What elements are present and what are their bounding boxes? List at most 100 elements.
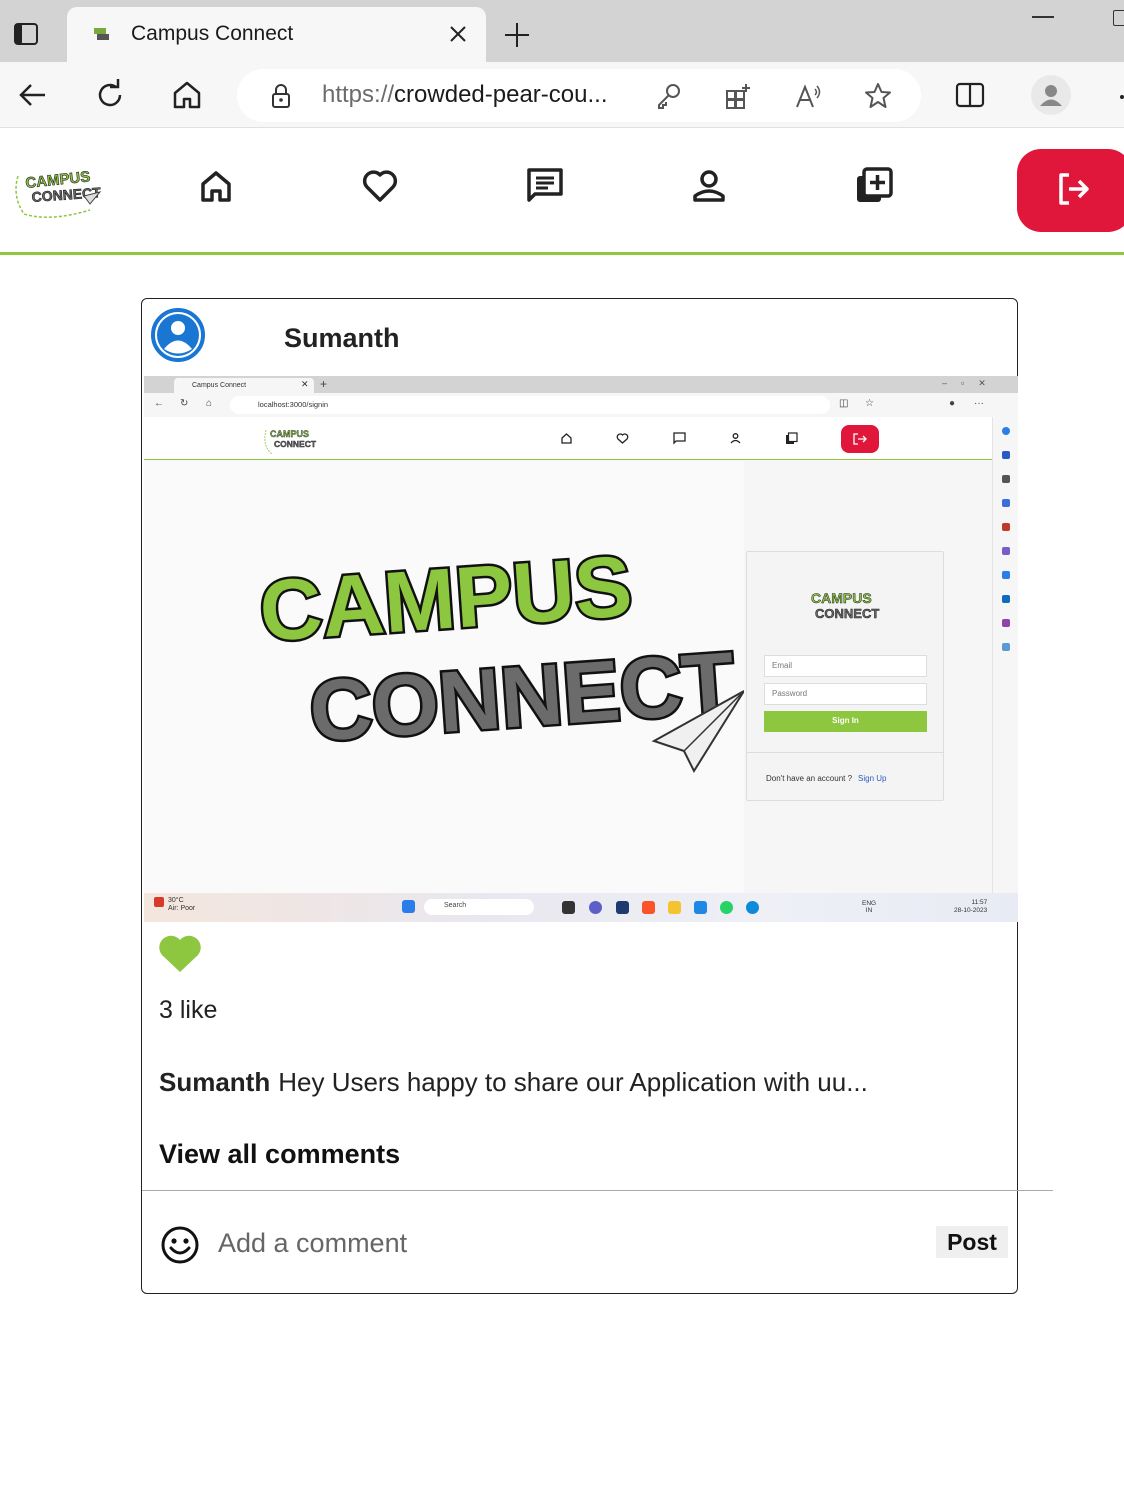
- url-scheme: https://: [322, 81, 395, 108]
- more-options-icon[interactable]: [1112, 77, 1124, 113]
- image-weather-temp: 30°C: [168, 897, 184, 904]
- image-app-navbar: CAMPUS CONNECT: [144, 417, 992, 460]
- image-sidebar-icon: [1002, 451, 1010, 459]
- svg-text:CONNECT: CONNECT: [274, 439, 317, 449]
- image-designer-icon: [1002, 619, 1010, 627]
- tab-actions-icon[interactable]: [10, 18, 42, 50]
- view-all-comments-link[interactable]: View all comments: [159, 1139, 400, 1170]
- svg-text:CONNECT: CONNECT: [815, 606, 879, 621]
- image-tab: Campus Connect: [174, 378, 314, 393]
- caption-text: Hey Users happy to share our Application…: [278, 1067, 868, 1097]
- post-card: Sumanth Campus Connect ✕ + –▫✕ ← ↻ ⌂ loc…: [141, 298, 1053, 1294]
- image-taskbar: 30°C Air: Poor Search ENG IN 11:57 28-10-20…: [144, 893, 1018, 922]
- image-profile-icon: ●: [949, 398, 956, 409]
- home-icon[interactable]: [196, 166, 236, 206]
- image-home-nav-icon: [561, 433, 572, 444]
- image-login-logo: CAMPUS CONNECT: [811, 590, 880, 622]
- image-lang: ENG: [862, 900, 877, 907]
- image-language: ENG IN: [862, 900, 876, 914]
- image-url: localhost:3000/signin: [258, 400, 329, 409]
- image-taskview-icon: [562, 901, 575, 914]
- image-search-sidebar-icon: [1002, 475, 1010, 483]
- image-home-icon: ⌂: [206, 398, 213, 409]
- refresh-icon[interactable]: [92, 77, 128, 113]
- post-author[interactable]: Sumanth: [284, 323, 400, 354]
- address-bar[interactable]: https://crowded-pear-cou...: [237, 69, 921, 122]
- image-edge-icon: [746, 901, 759, 914]
- favorite-star-icon[interactable]: [863, 81, 893, 111]
- image-drop-icon: [1002, 643, 1010, 651]
- image-taskbar-search: Search: [424, 899, 534, 915]
- image-small-logo: CAMPUS CONNECT: [264, 429, 317, 455]
- post-image: Campus Connect ✕ + –▫✕ ← ↻ ⌂ localhost:3…: [144, 376, 1018, 922]
- lock-icon[interactable]: [267, 82, 295, 110]
- campus-connect-logo[interactable]: CAMPUS CONNECT: [10, 166, 102, 224]
- post-comment-button[interactable]: Post: [936, 1226, 1008, 1258]
- image-browser-tabbar: Campus Connect ✕ + –▫✕: [144, 376, 1018, 393]
- image-favorites-icon: ☆: [865, 398, 874, 409]
- minimize-window-icon[interactable]: [1032, 16, 1054, 18]
- like-count: 3 like: [159, 996, 218, 1024]
- back-icon[interactable]: [15, 77, 51, 113]
- campus-connect-favicon: [94, 28, 109, 40]
- svg-text:CAMPUS: CAMPUS: [270, 429, 309, 439]
- comment-divider: [142, 1190, 1053, 1191]
- image-browser-toolbar: ← ↻ ⌂ localhost:3000/signin ◫ ☆ ● ···: [144, 393, 1018, 417]
- split-screen-icon[interactable]: [952, 77, 988, 113]
- image-search-label: Search: [444, 902, 467, 909]
- post-caption: Sumanth Hey Users happy to share our Appl…: [159, 1067, 868, 1098]
- logout-button[interactable]: [1017, 149, 1124, 232]
- image-clock: 11:57 28-10-2023: [954, 899, 987, 915]
- image-signin-button: Sign In: [764, 711, 927, 732]
- image-password-field: Password: [764, 683, 927, 705]
- image-start-icon: [402, 900, 415, 913]
- image-email-field: Email: [764, 655, 927, 677]
- browser-tab[interactable]: Campus Connect: [67, 7, 486, 63]
- profile-button[interactable]: [1031, 75, 1071, 115]
- image-hero-panel: CAMPUS CONNECT: [144, 461, 745, 893]
- app-navbar: CAMPUS CONNECT: [0, 128, 1124, 255]
- svg-text:CAMPUS: CAMPUS: [811, 590, 872, 606]
- user-icon[interactable]: [689, 166, 729, 206]
- image-office-icon: [1002, 571, 1010, 579]
- url-text[interactable]: https://crowded-pear-cou...: [322, 81, 607, 109]
- message-icon[interactable]: [525, 166, 565, 206]
- image-date: 28-10-2023: [954, 907, 988, 914]
- image-user-icon: [730, 433, 741, 444]
- user-avatar-icon[interactable]: [151, 308, 205, 362]
- image-weather: 30°C Air: Poor: [154, 897, 195, 913]
- add-post-icon[interactable]: [854, 166, 894, 206]
- image-region: IN: [865, 907, 873, 914]
- image-weather-desc: Air: Poor: [168, 905, 196, 912]
- image-copilot-icon: [1002, 427, 1010, 435]
- image-teams-icon: [589, 901, 602, 914]
- image-add-post-icon: [786, 432, 798, 444]
- new-tab-icon[interactable]: [500, 18, 534, 52]
- heart-icon[interactable]: [360, 166, 400, 206]
- image-whatsapp-icon: [720, 901, 733, 914]
- logout-icon: [1059, 173, 1089, 205]
- image-signup-link: Sign Up: [858, 774, 887, 783]
- emoji-icon[interactable]: [160, 1225, 200, 1265]
- image-new-tab-icon: +: [320, 377, 328, 391]
- image-store-icon: [616, 901, 629, 914]
- image-login-divider: [747, 752, 943, 753]
- caption-author[interactable]: Sumanth: [159, 1067, 270, 1097]
- comment-input[interactable]: [218, 1223, 918, 1263]
- image-heart-icon: [616, 433, 629, 444]
- close-tab-icon[interactable]: [447, 23, 469, 45]
- like-heart-icon[interactable]: [159, 935, 201, 973]
- image-no-account-text: Don't have an account ?: [766, 774, 853, 783]
- home-browser-icon[interactable]: [169, 77, 205, 113]
- apps-icon[interactable]: [723, 81, 753, 111]
- image-close-icon: ✕: [301, 379, 309, 389]
- key-icon[interactable]: [654, 81, 684, 111]
- maximize-window-icon[interactable]: [1113, 10, 1124, 26]
- image-shopping-icon: [1002, 499, 1010, 507]
- url-host: crowded-pear-cou...: [394, 81, 608, 108]
- image-campus-connect-big-logo: CAMPUS CONNECT: [254, 541, 745, 774]
- image-message-icon: [673, 432, 686, 445]
- image-window-controls: –▫✕: [942, 378, 1000, 388]
- image-tab-title: Campus Connect: [192, 382, 247, 389]
- read-aloud-icon[interactable]: [793, 81, 823, 111]
